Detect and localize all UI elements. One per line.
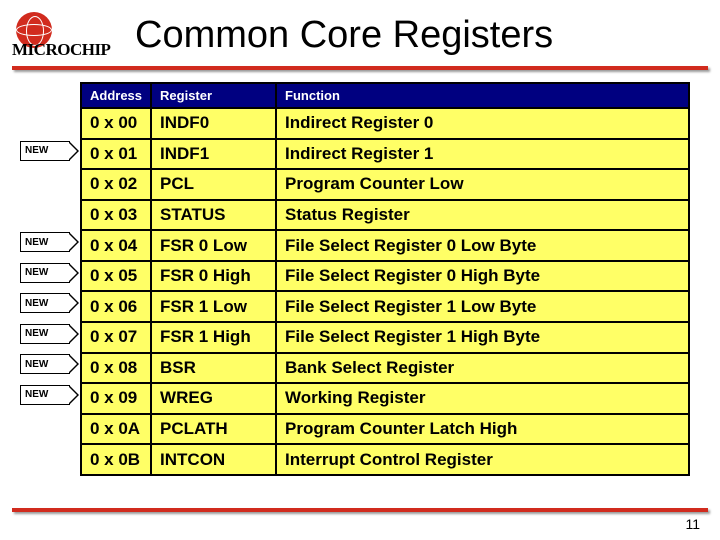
slide-footer: 11	[12, 508, 708, 532]
cell-address: 0 x 07	[81, 322, 151, 353]
cell-function: Indirect Register 1	[276, 139, 689, 170]
cell-register: STATUS	[151, 200, 276, 231]
cell-function: Program Counter Low	[276, 169, 689, 200]
badge-spacer	[20, 202, 80, 233]
table-row: 0 x 05FSR 0 HighFile Select Register 0 H…	[81, 261, 689, 292]
cell-address: 0 x 04	[81, 230, 151, 261]
cell-address: 0 x 05	[81, 261, 151, 292]
table-row: 0 x 00INDF0Indirect Register 0	[81, 108, 689, 139]
table-row: 0 x 07FSR 1 HighFile Select Register 1 H…	[81, 322, 689, 353]
cell-function: Bank Select Register	[276, 353, 689, 384]
table-row: 0 x 0APCLATHProgram Counter Latch High	[81, 414, 689, 445]
logo-text: MICROCHIP	[12, 40, 110, 60]
cell-address: 0 x 09	[81, 383, 151, 414]
col-address: Address	[81, 83, 151, 108]
cell-register: INDF1	[151, 139, 276, 170]
cell-function: Status Register	[276, 200, 689, 231]
new-badge: NEW	[20, 263, 70, 283]
col-function: Function	[276, 83, 689, 108]
cell-function: File Select Register 1 High Byte	[276, 322, 689, 353]
table-row: 0 x 04FSR 0 LowFile Select Register 0 Lo…	[81, 230, 689, 261]
new-badge: NEW	[20, 293, 70, 313]
cell-address: 0 x 01	[81, 139, 151, 170]
cell-address: 0 x 03	[81, 200, 151, 231]
slide-header: MICROCHIP Common Core Registers	[0, 0, 720, 66]
new-badge: NEW	[20, 385, 70, 405]
cell-function: File Select Register 1 Low Byte	[276, 291, 689, 322]
new-badges-column: NEW NEW NEW NEW NEW NEW NEW	[20, 82, 80, 476]
new-badge: NEW	[20, 354, 70, 374]
cell-function: File Select Register 0 High Byte	[276, 261, 689, 292]
cell-register: FSR 0 Low	[151, 230, 276, 261]
cell-address: 0 x 08	[81, 353, 151, 384]
cell-function: Interrupt Control Register	[276, 444, 689, 475]
new-badge: NEW	[20, 141, 70, 161]
table-row: 0 x 09WREGWorking Register	[81, 383, 689, 414]
title-underline	[0, 66, 720, 78]
cell-address: 0 x 0A	[81, 414, 151, 445]
cell-address: 0 x 00	[81, 108, 151, 139]
register-table: Address Register Function 0 x 00INDF0Ind…	[80, 82, 690, 476]
table-row: 0 x 02PCLProgram Counter Low	[81, 169, 689, 200]
register-table-body: 0 x 00INDF0Indirect Register 00 x 01INDF…	[81, 108, 689, 475]
cell-function: Working Register	[276, 383, 689, 414]
cell-function: Program Counter Latch High	[276, 414, 689, 445]
cell-address: 0 x 0B	[81, 444, 151, 475]
new-badge: NEW	[20, 232, 70, 252]
cell-register: WREG	[151, 383, 276, 414]
cell-register: FSR 1 High	[151, 322, 276, 353]
badge-spacer	[20, 415, 80, 446]
cell-register: BSR	[151, 353, 276, 384]
badge-spacer	[20, 110, 80, 141]
cell-register: PCL	[151, 169, 276, 200]
table-row: 0 x 03STATUSStatus Register	[81, 200, 689, 231]
badge-spacer	[20, 446, 80, 477]
cell-register: FSR 0 High	[151, 261, 276, 292]
cell-register: FSR 1 Low	[151, 291, 276, 322]
table-row: 0 x 0BINTCONInterrupt Control Register	[81, 444, 689, 475]
table-row: 0 x 06FSR 1 LowFile Select Register 1 Lo…	[81, 291, 689, 322]
table-row: 0 x 01INDF1Indirect Register 1	[81, 139, 689, 170]
cell-address: 0 x 02	[81, 169, 151, 200]
page-number: 11	[12, 516, 708, 532]
new-badge: NEW	[20, 324, 70, 344]
table-row: 0 x 08BSRBank Select Register	[81, 353, 689, 384]
cell-register: INTCON	[151, 444, 276, 475]
cell-register: INDF0	[151, 108, 276, 139]
slide-title: Common Core Registers	[135, 14, 553, 57]
badge-spacer	[20, 171, 80, 202]
cell-register: PCLATH	[151, 414, 276, 445]
cell-function: File Select Register 0 Low Byte	[276, 230, 689, 261]
cell-address: 0 x 06	[81, 291, 151, 322]
cell-function: Indirect Register 0	[276, 108, 689, 139]
col-register: Register	[151, 83, 276, 108]
microchip-logo: MICROCHIP	[12, 10, 127, 60]
